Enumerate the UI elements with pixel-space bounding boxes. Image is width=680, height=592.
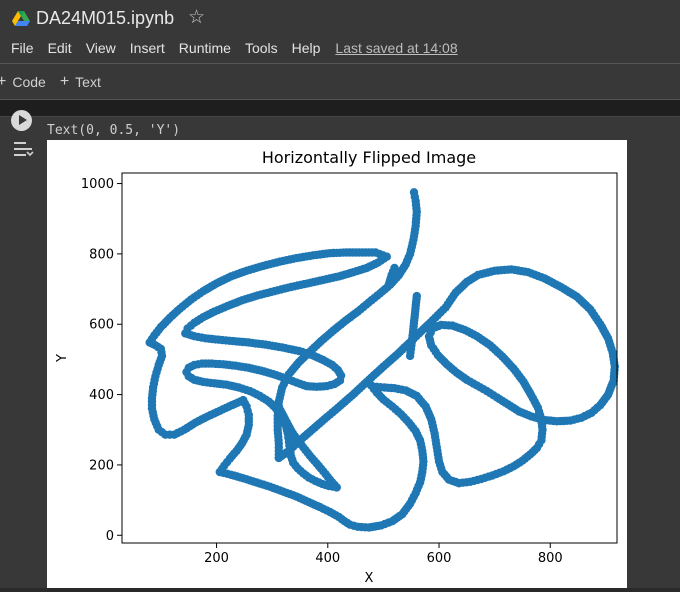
- y-axis-ticks: 0 200 400 600 800 1000: [81, 177, 122, 544]
- y-tick-label: 600: [89, 318, 114, 333]
- plus-icon: +: [0, 73, 7, 90]
- star-icon[interactable]: ☆: [188, 6, 205, 29]
- y-axis-label: Y: [55, 354, 70, 363]
- output-menu-icon[interactable]: [12, 139, 34, 159]
- menu-bar: File Edit View Insert Runtime Tools Help…: [0, 38, 458, 58]
- run-cell-icon[interactable]: [11, 110, 32, 131]
- notebook-toolbar: + Code + Text: [0, 72, 115, 92]
- scatter-chart: 200 400 600 800 0 200 400 600 800 1000 Horizonta…: [55, 148, 619, 586]
- x-axis-ticks: 200 400 600 800: [204, 543, 563, 566]
- menu-view[interactable]: View: [86, 40, 116, 56]
- menu-insert[interactable]: Insert: [130, 40, 165, 56]
- x-axis-label: X: [365, 571, 374, 586]
- add-text-button[interactable]: + Text: [60, 73, 101, 91]
- x-tick-label: 800: [538, 551, 563, 566]
- scatter-point: [384, 279, 394, 288]
- last-saved-link[interactable]: Last saved at 14:08: [335, 40, 457, 56]
- y-tick-label: 200: [89, 458, 114, 473]
- scatter-points: [145, 188, 619, 532]
- y-tick-label: 1000: [81, 177, 114, 192]
- menu-help[interactable]: Help: [292, 40, 321, 56]
- add-code-button[interactable]: + Code: [0, 73, 46, 91]
- scatter-point: [273, 400, 282, 410]
- y-tick-label: 0: [106, 529, 114, 544]
- header-divider: [0, 63, 680, 64]
- title-bar: DA24M015.ipynb ☆: [0, 0, 680, 36]
- menu-edit[interactable]: Edit: [48, 40, 72, 56]
- menu-runtime[interactable]: Runtime: [179, 40, 231, 56]
- chart-title: Horizontally Flipped Image: [262, 148, 476, 167]
- notebook-title[interactable]: DA24M015.ipynb: [36, 8, 174, 29]
- plus-icon: +: [59, 73, 70, 90]
- google-drive-icon: [12, 11, 30, 26]
- menu-file[interactable]: File: [11, 40, 34, 56]
- code-cell-editor[interactable]: [0, 99, 680, 117]
- axes-frame: [121, 172, 618, 544]
- scatter-point: [405, 351, 415, 361]
- x-tick-label: 200: [204, 551, 229, 566]
- x-tick-label: 400: [315, 551, 340, 566]
- menu-tools[interactable]: Tools: [245, 40, 278, 56]
- bottom-edge: [0, 588, 680, 592]
- y-tick-label: 400: [89, 388, 114, 403]
- x-tick-label: 600: [427, 551, 452, 566]
- cell-output-text: Text(0, 0.5, 'Y'): [47, 123, 181, 138]
- y-tick-label: 800: [89, 247, 114, 262]
- plot-output: 200 400 600 800 0 200 400 600 800 1000 Horizonta…: [47, 140, 627, 592]
- add-code-label: Code: [12, 74, 46, 90]
- add-text-label: Text: [75, 74, 101, 90]
